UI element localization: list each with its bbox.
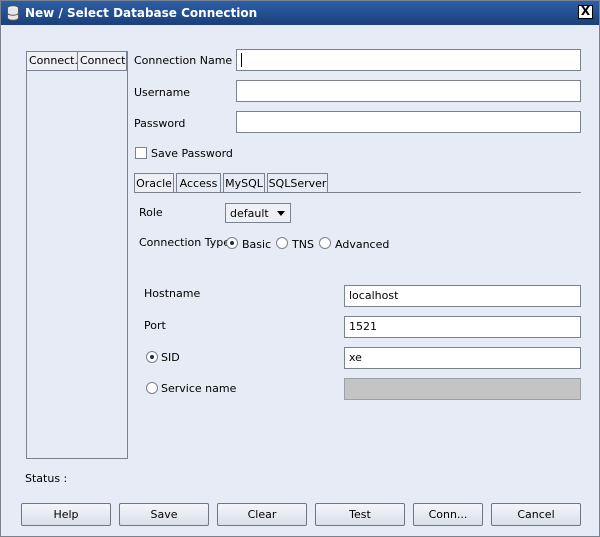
tab-oracle[interactable]: Oracle bbox=[134, 173, 174, 193]
chevron-down-icon bbox=[277, 211, 285, 216]
service-name-label[interactable]: Service name bbox=[161, 382, 236, 395]
hostname-field[interactable]: localhost bbox=[344, 285, 581, 307]
radio-sid[interactable] bbox=[146, 351, 158, 363]
connections-table[interactable]: Connect... Connect... bbox=[26, 51, 128, 459]
radio-advanced[interactable] bbox=[319, 237, 331, 249]
password-label: Password bbox=[134, 117, 186, 130]
radio-tns[interactable] bbox=[276, 237, 288, 249]
tab-divider bbox=[134, 192, 581, 193]
hostname-label: Hostname bbox=[144, 287, 201, 300]
database-icon bbox=[7, 5, 19, 21]
sid-field[interactable]: xe bbox=[344, 347, 581, 369]
help-button[interactable]: Help bbox=[21, 503, 111, 526]
clear-button[interactable]: Clear bbox=[217, 503, 307, 526]
role-select[interactable]: default bbox=[225, 203, 291, 223]
tab-access[interactable]: Access bbox=[176, 173, 221, 193]
tab-mysql[interactable]: MySQL bbox=[223, 173, 265, 193]
password-field[interactable] bbox=[236, 111, 581, 133]
port-field[interactable]: 1521 bbox=[344, 316, 581, 338]
role-label: Role bbox=[139, 206, 163, 219]
radio-basic[interactable] bbox=[226, 237, 238, 249]
window-title: New / Select Database Connection bbox=[25, 6, 258, 20]
service-name-field bbox=[344, 378, 581, 400]
username-field[interactable] bbox=[236, 80, 581, 102]
radio-basic-label[interactable]: Basic bbox=[242, 238, 271, 251]
connection-type-label: Connection Type bbox=[139, 236, 231, 249]
connect-button[interactable]: Conn... bbox=[413, 503, 483, 526]
role-value: default bbox=[230, 207, 269, 220]
close-button[interactable]: X bbox=[578, 5, 593, 19]
dialog-window: New / Select Database Connection X Conne… bbox=[0, 0, 600, 537]
tab-sqlserver[interactable]: SQLServer bbox=[267, 173, 328, 193]
title-bar[interactable]: New / Select Database Connection X bbox=[1, 1, 599, 25]
port-label: Port bbox=[144, 319, 166, 332]
username-label: Username bbox=[134, 86, 191, 99]
column-header-2[interactable]: Connect... bbox=[78, 52, 127, 71]
save-password-checkbox[interactable] bbox=[135, 147, 147, 159]
radio-tns-label[interactable]: TNS bbox=[292, 238, 314, 251]
save-button[interactable]: Save bbox=[119, 503, 209, 526]
cancel-button[interactable]: Cancel bbox=[491, 503, 581, 526]
connection-name-label: Connection Name bbox=[134, 54, 233, 67]
text-caret bbox=[241, 53, 242, 67]
save-password-label[interactable]: Save Password bbox=[151, 147, 233, 160]
radio-service-name[interactable] bbox=[146, 382, 158, 394]
status-label: Status : bbox=[25, 472, 68, 485]
sid-label[interactable]: SID bbox=[161, 351, 180, 364]
close-icon: X bbox=[580, 4, 591, 18]
connection-name-field[interactable] bbox=[236, 49, 581, 71]
test-button[interactable]: Test bbox=[315, 503, 405, 526]
radio-advanced-label[interactable]: Advanced bbox=[335, 238, 389, 251]
column-header-1[interactable]: Connect... bbox=[27, 52, 78, 71]
